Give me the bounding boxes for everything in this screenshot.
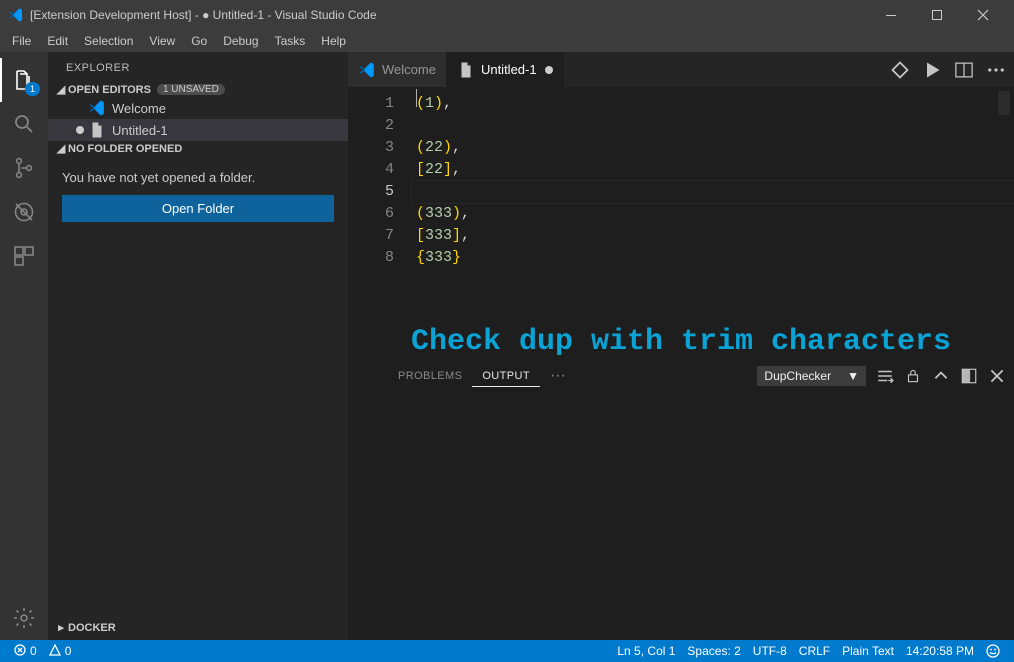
status-encoding[interactable]: UTF-8 xyxy=(747,644,793,658)
lock-scroll-icon[interactable] xyxy=(904,367,922,385)
menu-edit[interactable]: Edit xyxy=(39,32,76,50)
menu-file[interactable]: File xyxy=(4,32,39,50)
clear-output-icon[interactable] xyxy=(876,367,894,385)
close-panel-icon[interactable] xyxy=(988,367,1006,385)
menu-debug[interactable]: Debug xyxy=(215,32,266,50)
activity-debug-icon[interactable] xyxy=(0,190,48,234)
menubar: File Edit Selection View Go Debug Tasks … xyxy=(0,30,1014,52)
vscode-file-icon xyxy=(88,99,106,117)
menu-selection[interactable]: Selection xyxy=(76,32,141,50)
code-line[interactable]: [333], xyxy=(412,225,1014,247)
window-close-button[interactable] xyxy=(960,0,1006,30)
output-channel-select[interactable]: DupChecker ▼ xyxy=(757,366,866,386)
activity-bar: 1 xyxy=(0,52,48,640)
file-icon xyxy=(457,61,475,79)
code-line[interactable]: (22), xyxy=(412,137,1014,159)
status-indent[interactable]: Spaces: 2 xyxy=(681,644,746,658)
open-editor-label: Untitled-1 xyxy=(112,123,168,138)
tab-label: Untitled-1 xyxy=(481,62,537,77)
tab-untitled[interactable]: Untitled-1 xyxy=(447,52,564,87)
window-title: [Extension Development Host] - ● Untitle… xyxy=(30,8,377,22)
overview-ruler xyxy=(998,91,1010,115)
status-feedback-icon[interactable] xyxy=(980,644,1006,658)
menu-go[interactable]: Go xyxy=(183,32,215,50)
editor-tab-bar: Welcome Untitled-1 xyxy=(348,52,1014,87)
vscode-logo-icon xyxy=(8,7,24,23)
chevron-down-icon: ◢ xyxy=(54,83,68,96)
menu-view[interactable]: View xyxy=(141,32,183,50)
window-titlebar: [Extension Development Host] - ● Untitle… xyxy=(0,0,1014,30)
panel-tab-bar: PROBLEMS OUTPUT ··· DupChecker ▼ xyxy=(348,361,1014,391)
status-cursor-position[interactable]: Ln 5, Col 1 xyxy=(611,644,681,658)
no-folder-header[interactable]: ◢ NO FOLDER OPENED xyxy=(48,141,348,156)
code-line[interactable]: {333} xyxy=(412,247,1014,269)
activity-settings-icon[interactable] xyxy=(0,596,48,640)
output-panel-body[interactable] xyxy=(348,391,1014,640)
code-line[interactable] xyxy=(412,115,1014,137)
status-time: 14:20:58 PM xyxy=(900,644,980,658)
dirty-indicator-icon xyxy=(545,66,553,74)
chevron-down-icon: ▼ xyxy=(847,369,859,383)
open-folder-button[interactable]: Open Folder xyxy=(62,195,334,222)
menu-tasks[interactable]: Tasks xyxy=(267,32,314,50)
open-editors-header[interactable]: ◢ OPEN EDITORS 1 UNSAVED xyxy=(48,82,348,97)
no-folder-message: You have not yet opened a folder. xyxy=(48,156,348,195)
sidebar-title: EXPLORER xyxy=(48,52,348,82)
panel-tab-problems[interactable]: PROBLEMS xyxy=(388,366,472,386)
chevron-down-icon: ◢ xyxy=(54,142,68,155)
open-editor-label: Welcome xyxy=(112,101,166,116)
activity-extensions-icon[interactable] xyxy=(0,234,48,278)
status-eol[interactable]: CRLF xyxy=(793,644,836,658)
code-line[interactable]: (1), xyxy=(412,93,1014,115)
tab-label: Welcome xyxy=(382,62,436,77)
file-icon xyxy=(88,121,106,139)
status-language[interactable]: Plain Text xyxy=(836,644,900,658)
unsaved-count-badge: 1 UNSAVED xyxy=(157,84,225,95)
line-number-gutter: 1 2 3 4 5 6 7 8 xyxy=(348,87,412,360)
code-line[interactable]: (333), xyxy=(412,203,1014,225)
activity-explorer-icon[interactable]: 1 xyxy=(0,58,48,102)
status-errors[interactable]: 0 xyxy=(8,644,43,659)
code-content[interactable]: (1), (22), [22], (333), [333], {333} xyxy=(412,87,1014,360)
warning-icon xyxy=(49,644,61,659)
compare-changes-icon[interactable] xyxy=(890,60,910,80)
panel-tab-overflow-icon[interactable]: ··· xyxy=(540,371,576,381)
editor-area: Welcome Untitled-1 1 2 3 4 5 6 xyxy=(348,52,1014,640)
error-icon xyxy=(14,644,26,659)
activity-search-icon[interactable] xyxy=(0,102,48,146)
docker-label: DOCKER xyxy=(68,622,116,634)
window-minimize-button[interactable] xyxy=(868,0,914,30)
explorer-sidebar: EXPLORER ◢ OPEN EDITORS 1 UNSAVED Welcom… xyxy=(48,52,348,640)
menu-help[interactable]: Help xyxy=(313,32,354,50)
window-maximize-button[interactable] xyxy=(914,0,960,30)
activity-source-control-icon[interactable] xyxy=(0,146,48,190)
status-bar: 0 0 Ln 5, Col 1 Spaces: 2 UTF-8 CRLF Pla… xyxy=(0,640,1014,662)
code-line[interactable]: [22], xyxy=(412,159,1014,181)
collapse-panel-icon[interactable] xyxy=(932,367,950,385)
output-channel-label: DupChecker xyxy=(764,369,831,383)
open-editor-welcome[interactable]: Welcome xyxy=(48,97,348,119)
vscode-file-icon xyxy=(358,61,376,79)
run-icon[interactable] xyxy=(922,60,942,80)
open-editors-label: OPEN EDITORS xyxy=(68,84,151,96)
status-warnings[interactable]: 0 xyxy=(43,644,78,659)
maximize-panel-icon[interactable] xyxy=(960,367,978,385)
more-actions-icon[interactable] xyxy=(986,60,1006,80)
panel-tab-output[interactable]: OUTPUT xyxy=(472,366,540,387)
text-cursor-icon xyxy=(416,89,417,107)
text-editor[interactable]: 1 2 3 4 5 6 7 8 (1), (22), [22], (333), … xyxy=(348,87,1014,360)
activity-badge: 1 xyxy=(25,82,40,96)
tab-welcome[interactable]: Welcome xyxy=(348,52,447,87)
no-folder-label: NO FOLDER OPENED xyxy=(68,143,182,155)
split-editor-icon[interactable] xyxy=(954,60,974,80)
chevron-right-icon: ▸ xyxy=(54,621,68,634)
dirty-indicator-icon xyxy=(76,126,84,134)
docker-section-header[interactable]: ▸ DOCKER xyxy=(48,620,348,640)
bottom-panel: PROBLEMS OUTPUT ··· DupChecker ▼ xyxy=(348,360,1014,640)
open-editor-untitled[interactable]: Untitled-1 xyxy=(48,119,348,141)
code-line-current[interactable] xyxy=(412,181,1014,203)
